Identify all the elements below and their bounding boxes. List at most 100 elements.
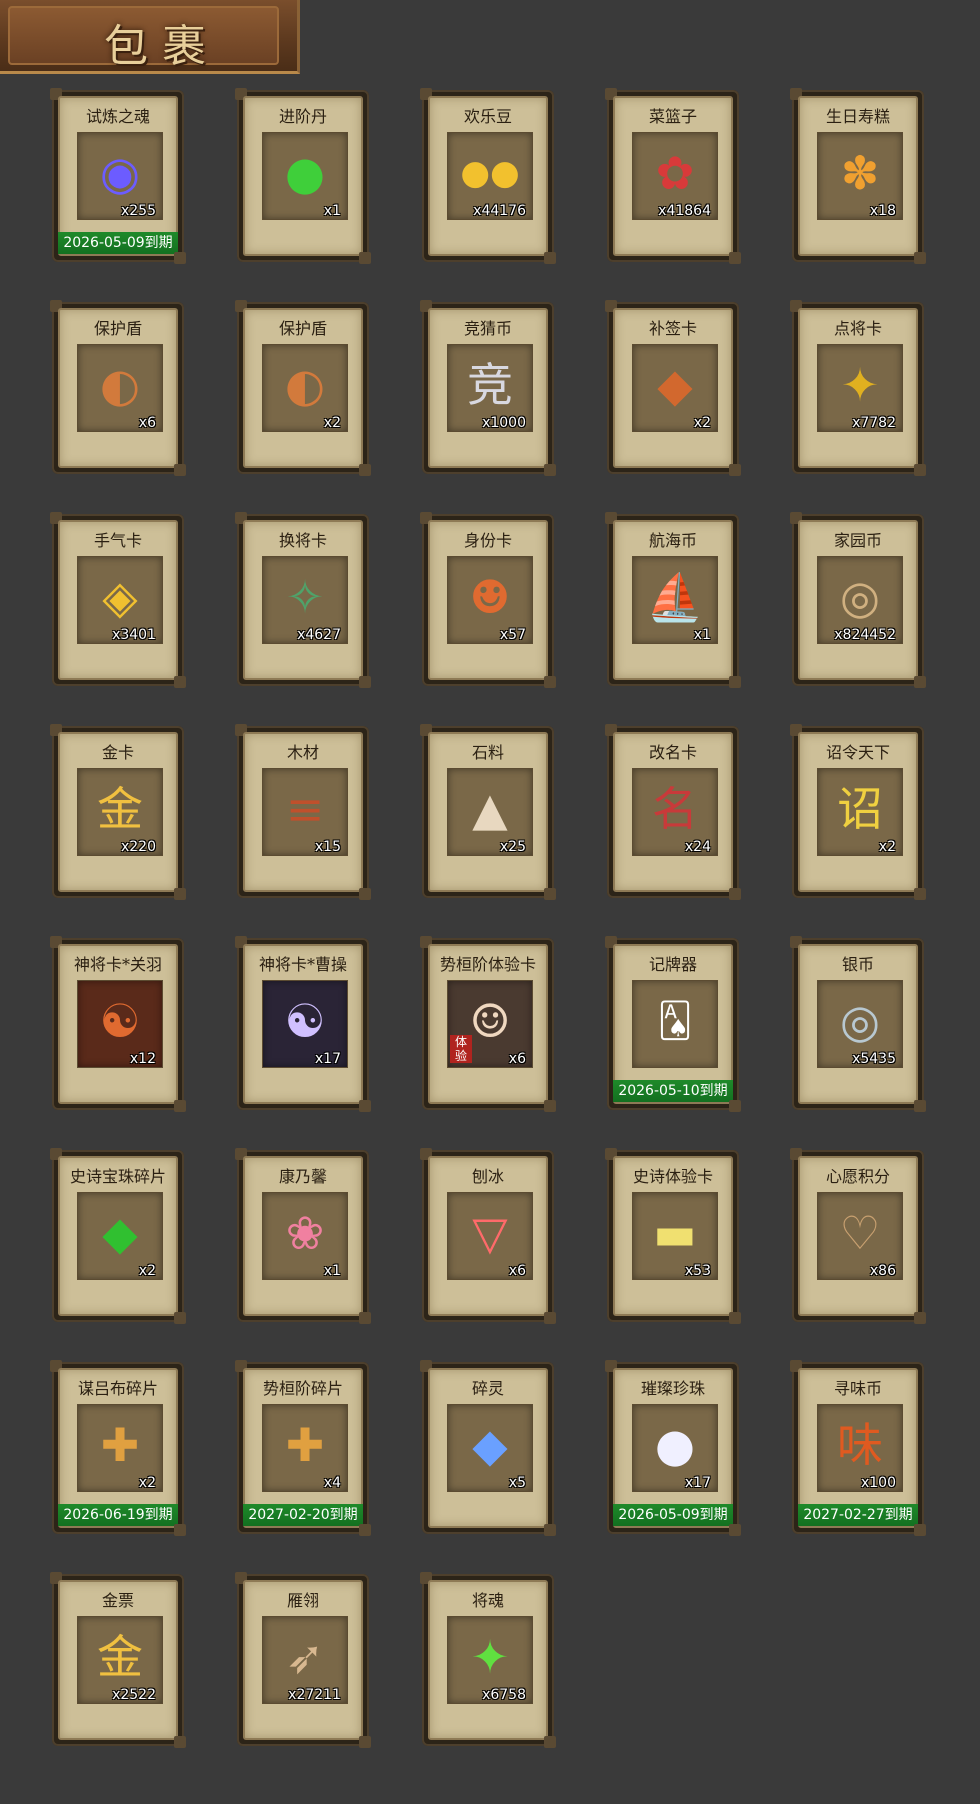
item-count: x15 — [314, 839, 341, 855]
item-count: x6 — [138, 415, 156, 431]
green-shard-icon: ◆ — [102, 1206, 138, 1260]
inventory-item-card[interactable]: 雁翎 ➶ x27211 — [235, 1572, 371, 1748]
inventory-item-card[interactable]: 点将卡 ✦ x7782 — [790, 300, 926, 476]
shaved-ice-icon: ▽ — [472, 1206, 508, 1260]
inventory-item-card[interactable]: 势桓阶体验卡 ☺ 体验 x6 — [420, 936, 556, 1112]
item-icon-frame: 金 x2522 — [77, 1616, 163, 1704]
stone-icon: ▲ — [472, 782, 508, 836]
item-card-background: 记牌器 🂡 2026-05-10到期 — [613, 944, 733, 1104]
mask-card-icon: ☻ — [469, 570, 511, 624]
item-name: 记牌器 — [648, 955, 697, 974]
item-count: x17 — [314, 1051, 341, 1067]
item-card-background: 欢乐豆 ●● x44176 — [428, 96, 548, 256]
item-count: x6758 — [482, 1687, 526, 1703]
inventory-item-card[interactable]: 刨冰 ▽ x6 — [420, 1148, 556, 1324]
home-coin-icon: ◎ — [839, 570, 881, 624]
item-name: 手气卡 — [93, 531, 142, 550]
green-spirit-icon: ✦ — [470, 1630, 510, 1684]
epic-trial-card-icon: ▬ — [653, 1206, 697, 1260]
item-card-background: 神将卡*关羽 ☯ x12 — [58, 944, 178, 1104]
inventory-item-card[interactable]: 改名卡名 x24 — [605, 724, 741, 900]
inventory-item-card[interactable]: 竞猜币竞 x1000 — [420, 300, 556, 476]
boat-coin-icon: ⛵ — [646, 570, 704, 624]
item-count: x3401 — [112, 627, 156, 643]
inventory-item-card[interactable]: 手气卡 ◈ x3401 — [50, 512, 186, 688]
item-count: x1 — [323, 203, 341, 219]
item-name: 木材 — [286, 743, 319, 762]
crystal-shard-icon: ◆ — [472, 1418, 508, 1472]
inventory-item-card[interactable]: 寻味币味 x100 2027-02-27到期 — [790, 1360, 926, 1536]
inventory-item-card[interactable]: 欢乐豆 ●● x44176 — [420, 88, 556, 264]
item-count: x41864 — [658, 203, 711, 219]
item-name: 谋吕布碎片 — [77, 1379, 158, 1398]
inventory-item-card[interactable]: 换将卡 ✧ x4627 — [235, 512, 371, 688]
item-count: x6 — [508, 1263, 526, 1279]
inventory-item-card[interactable]: 将魂 ✦ x6758 — [420, 1572, 556, 1748]
inventory-item-card[interactable]: 进阶丹 ● x1 — [235, 88, 371, 264]
expiry-date-bar: 2026-05-09到期 — [58, 232, 178, 254]
feather-icon: ➶ — [285, 1630, 325, 1684]
inventory-item-card[interactable]: 补签卡 ◆ x2 — [605, 300, 741, 476]
inventory-item-card[interactable]: 保护盾 ◐ x6 — [50, 300, 186, 476]
inventory-item-card[interactable]: 势桓阶碎片 ✚ x4 2027-02-20到期 — [235, 1360, 371, 1536]
inventory-item-card[interactable]: 康乃馨 ❀ x1 — [235, 1148, 371, 1324]
inventory-item-card[interactable]: 金卡金 x220 — [50, 724, 186, 900]
item-card-background: 保护盾 ◐ x6 — [58, 308, 178, 468]
inventory-item-card[interactable]: 碎灵 ◆ x5 — [420, 1360, 556, 1536]
item-name: 雁翎 — [286, 1591, 319, 1610]
item-icon-frame: ◎ x824452 — [817, 556, 903, 644]
inventory-item-card[interactable]: 谋吕布碎片 ✚ x2 2026-06-19到期 — [50, 1360, 186, 1536]
inventory-item-card[interactable]: 记牌器 🂡 2026-05-10到期 — [605, 936, 741, 1112]
item-icon-frame: ◎ x5435 — [817, 980, 903, 1068]
item-card-background: 心愿积分 ♡ x86 — [798, 1156, 918, 1316]
inventory-item-card[interactable]: 心愿积分 ♡ x86 — [790, 1148, 926, 1324]
inventory-item-card[interactable]: 史诗体验卡 ▬ x53 — [605, 1148, 741, 1324]
item-icon-frame: ◈ x3401 — [77, 556, 163, 644]
tag-card-icon: ◆ — [657, 358, 693, 412]
inventory-item-card[interactable]: 史诗宝珠碎片 ◆ x2 — [50, 1148, 186, 1324]
pearl-icon: ● — [654, 1418, 696, 1472]
inventory-item-card[interactable]: 金票金 x2522 — [50, 1572, 186, 1748]
inventory-item-card[interactable]: 生日寿糕 ✽ x18 — [790, 88, 926, 264]
item-icon-frame: ◐ x6 — [77, 344, 163, 432]
item-icon-frame: 竞 x1000 — [447, 344, 533, 432]
trial-badge: 体验 — [450, 1035, 472, 1063]
item-count: x255 — [120, 203, 156, 219]
inventory-item-card[interactable]: 家园币 ◎ x824452 — [790, 512, 926, 688]
inventory-item-card[interactable]: 菜篮子 ✿ x41864 — [605, 88, 741, 264]
silver-coin-icon: 竞 — [467, 358, 513, 412]
item-card-background: 势桓阶体验卡 ☺ 体验 x6 — [428, 944, 548, 1104]
item-name: 康乃馨 — [278, 1167, 327, 1186]
inventory-item-card[interactable]: 银币 ◎ x5435 — [790, 936, 926, 1112]
item-icon-frame: 名 x24 — [632, 768, 718, 856]
inventory-item-card[interactable]: 木材 ≡ x15 — [235, 724, 371, 900]
inventory-item-card[interactable]: 身份卡 ☻ x57 — [420, 512, 556, 688]
item-icon-frame: ♡ x86 — [817, 1192, 903, 1280]
item-icon-frame: ✚ x2 — [77, 1404, 163, 1492]
item-icon-frame: ● x1 — [262, 132, 348, 220]
item-card-background: 家园币 ◎ x824452 — [798, 520, 918, 680]
inventory-item-card[interactable]: 神将卡*关羽 ☯ x12 — [50, 936, 186, 1112]
inventory-item-card[interactable]: 保护盾 ◐ x2 — [235, 300, 371, 476]
inventory-item-card[interactable]: 试炼之魂 ◉ x255 2026-05-09到期 — [50, 88, 186, 264]
item-name: 碎灵 — [471, 1379, 504, 1398]
inventory-item-card[interactable]: 璀璨珍珠 ● x17 2026-05-09到期 — [605, 1360, 741, 1536]
inventory-item-card[interactable]: 神将卡*曹操 ☯ x17 — [235, 936, 371, 1112]
item-count: x53 — [684, 1263, 711, 1279]
expiry-date-bar: 2026-05-10到期 — [613, 1080, 733, 1102]
item-card-background: 航海币 ⛵ x1 — [613, 520, 733, 680]
item-icon-frame: ▲ x25 — [447, 768, 533, 856]
item-name: 试炼之魂 — [85, 107, 150, 126]
inventory-item-card[interactable]: 诏令天下诏 x2 — [790, 724, 926, 900]
inventory-item-card[interactable]: 航海币 ⛵ x1 — [605, 512, 741, 688]
item-name: 金卡 — [101, 743, 134, 762]
item-name: 竞猜币 — [463, 319, 512, 338]
item-name: 菜篮子 — [648, 107, 697, 126]
item-card-background: 竞猜币竞 x1000 — [428, 308, 548, 468]
item-icon-frame: ⛵ x1 — [632, 556, 718, 644]
inventory-item-card[interactable]: 石料 ▲ x25 — [420, 724, 556, 900]
item-name: 史诗宝珠碎片 — [69, 1167, 166, 1186]
item-count: x44176 — [473, 203, 526, 219]
item-name: 将魂 — [471, 1591, 504, 1610]
item-card-background: 诏令天下诏 x2 — [798, 732, 918, 892]
